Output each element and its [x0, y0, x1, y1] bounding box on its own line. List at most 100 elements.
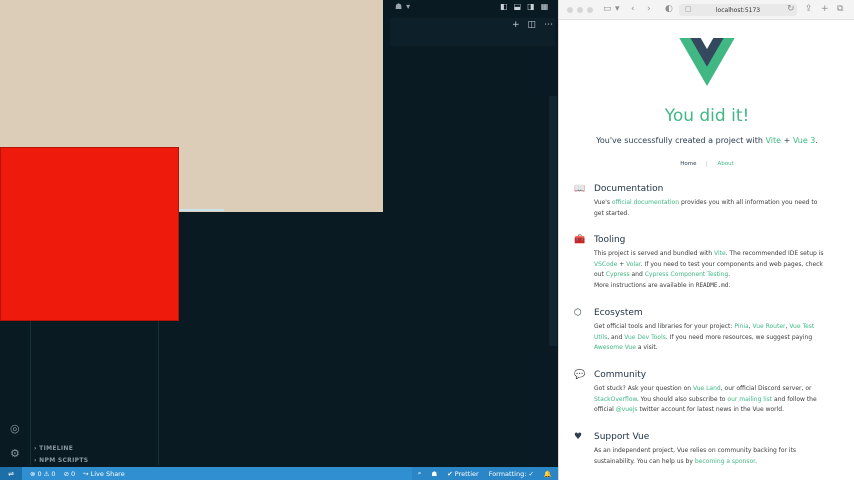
- hero-sub-text: You've successfully created a project wi…: [596, 136, 763, 145]
- gear-icon[interactable]: ⚙: [10, 447, 20, 460]
- sidebar-divider: [30, 320, 31, 465]
- sidebar-section-timeline[interactable]: › TIMELINE: [34, 445, 73, 452]
- vue-logo: [679, 38, 735, 86]
- back-icon[interactable]: ‹: [631, 4, 635, 14]
- npm-scripts-label: NPM SCRIPTS: [39, 457, 89, 464]
- mailing-list-link[interactable]: our mailing list: [727, 396, 772, 403]
- account-icon[interactable]: ◎: [10, 422, 20, 435]
- pinia-link[interactable]: Pinia: [734, 323, 748, 330]
- vue-land-link[interactable]: Vue Land: [693, 385, 721, 392]
- live-share-button[interactable]: ↪ Live Share: [83, 470, 125, 478]
- tooling-text-2: . The recommended IDE setup is: [725, 250, 824, 257]
- tooling-dot: .: [728, 271, 731, 278]
- toggle-panel-icon[interactable]: ⬓: [514, 2, 522, 11]
- nav-about-link[interactable]: About: [706, 161, 743, 167]
- url-text: localhost:5173: [715, 6, 761, 14]
- eco-text-3: a visit.: [637, 344, 658, 351]
- become-sponsor-link[interactable]: becoming a sponsor: [695, 458, 755, 465]
- sidebar-section-npm-scripts[interactable]: › NPM SCRIPTS: [34, 457, 88, 464]
- vite-docs-link[interactable]: Vite: [714, 250, 726, 257]
- new-icon[interactable]: +: [512, 20, 520, 30]
- toggle-secondary-sidebar-icon[interactable]: ◨: [527, 2, 535, 11]
- chat-bubbles-icon: 💬: [574, 370, 586, 380]
- twitter-link[interactable]: @vuejs: [616, 406, 638, 413]
- timeline-label: TIMELINE: [39, 445, 74, 452]
- official-docs-link[interactable]: official documentation: [612, 199, 679, 206]
- support-body: As an independent project, Vue relies on…: [594, 446, 826, 467]
- vue3-link[interactable]: Vue 3: [793, 136, 816, 145]
- new-tab-icon[interactable]: +: [821, 4, 829, 14]
- hero-plus: +: [783, 136, 791, 145]
- customize-layout-icon[interactable]: ▦: [541, 2, 549, 11]
- section-ecosystem: ⬡ Ecosystem Get official tools and libra…: [574, 308, 844, 360]
- split-editor-icon[interactable]: ◫: [528, 20, 537, 30]
- vscode-title-icons: ☗ ▾: [395, 2, 410, 11]
- vscode-link[interactable]: VSCode: [594, 261, 617, 268]
- section-support: ♥ Support Vue As an independent project,…: [574, 432, 844, 472]
- address-bar[interactable]: localhost:5173: [679, 4, 797, 16]
- vue-router-link[interactable]: Vue Router: [753, 323, 786, 330]
- volar-link[interactable]: Volar: [626, 261, 641, 268]
- vite-link[interactable]: Vite: [765, 136, 781, 145]
- community-text-1: Got stuck? Ask your question on: [594, 385, 692, 392]
- toggle-primary-sidebar-icon[interactable]: ◧: [500, 2, 508, 11]
- tooling-title: Tooling: [594, 235, 626, 245]
- community-text-5: twitter account for latest news in the V…: [639, 406, 784, 413]
- tooling-body: This project is served and bundled with …: [594, 249, 826, 291]
- live-share-label: Live Share: [90, 469, 125, 478]
- nav-home-link[interactable]: Home: [670, 161, 706, 167]
- reload-icon[interactable]: ↻: [787, 4, 795, 14]
- eco-text-2: . If you need more resources, we suggest…: [665, 333, 813, 341]
- zoom-icon[interactable]: ⌕: [418, 469, 422, 478]
- section-tooling: 🧰 Tooling This project is served and bun…: [574, 235, 844, 297]
- eco-comma-1: ,: [748, 323, 751, 330]
- support-title: Support Vue: [594, 432, 650, 442]
- ecosystem-title: Ecosystem: [594, 308, 643, 318]
- hero-title: You did it!: [664, 106, 750, 126]
- cypress-component-testing-link[interactable]: Cypress Component Testing: [645, 271, 729, 278]
- browser-toolbar: ▭ ▾ ‹ › ◐ localhost:5173 ▢ ↻ ⇪ + ⧉: [559, 0, 854, 20]
- main-nav: Home About: [559, 161, 854, 167]
- community-body: Got stuck? Ask your question on Vue Land…: [594, 384, 826, 416]
- documentation-body: Vue's official documentation provides yo…: [594, 198, 826, 219]
- chevron-down-icon[interactable]: ▾: [615, 4, 620, 14]
- vue-dev-tools-link[interactable]: Vue Dev Tools: [624, 334, 666, 341]
- check-double-icon: ✔: [447, 469, 453, 478]
- more-actions-icon[interactable]: ⋯: [544, 20, 553, 30]
- ports-indicator[interactable]: ⊘ 0: [64, 470, 76, 478]
- page-icon: ▢: [685, 5, 692, 13]
- heart-icon: ♥: [574, 432, 583, 442]
- copilot-status-icon[interactable]: ☗: [431, 470, 437, 478]
- ecosystem-icon: ⬡: [574, 308, 582, 318]
- documentation-title: Documentation: [594, 184, 664, 194]
- cypress-link[interactable]: Cypress: [606, 271, 630, 278]
- bell-icon[interactable]: 🔔: [544, 470, 552, 478]
- remote-indicator[interactable]: ⇌: [0, 467, 22, 480]
- prettier-button[interactable]: ✔ Prettier: [447, 470, 478, 478]
- formatting-status[interactable]: Formatting: ✓: [489, 470, 534, 478]
- community-text-2: , our official Discord server, or: [720, 385, 812, 392]
- remote-icon: ⇌: [8, 469, 14, 478]
- share-icon[interactable]: ⇪: [805, 4, 813, 14]
- tooling-plus: +: [619, 260, 625, 268]
- sidebar-toggle-icon[interactable]: ▭: [603, 4, 612, 14]
- editor-toolbar: + ◫ ⋯: [512, 20, 553, 30]
- tab-overview-icon[interactable]: ⧉: [837, 4, 843, 14]
- problems-indicator[interactable]: ⊗ 0 ⚠ 0: [30, 470, 56, 478]
- stackoverflow-link[interactable]: StackOverflow: [594, 396, 637, 403]
- sidebar-divider-right: [158, 320, 159, 465]
- editor-scrollbar[interactable]: [549, 96, 557, 346]
- warning-count: 0: [51, 469, 56, 478]
- close-window-button[interactable]: [567, 7, 573, 13]
- minimize-window-button[interactable]: [577, 7, 583, 13]
- vscode-window: ☗ ▾ ◧ ⬓ ◨ ▦ + ◫ ⋯ ◎ ⚙ › TIMELINE › NPM S…: [0, 0, 558, 480]
- awesome-vue-link[interactable]: Awesome Vue: [594, 344, 636, 351]
- forward-icon[interactable]: ›: [647, 4, 651, 14]
- copilot-icon[interactable]: ☗: [395, 2, 402, 11]
- privacy-shield-icon[interactable]: ◐: [665, 4, 673, 14]
- hero-period: .: [815, 136, 818, 145]
- tooling-and: and: [631, 271, 643, 278]
- zoom-window-button[interactable]: [587, 7, 593, 13]
- chevron-down-icon[interactable]: ▾: [406, 2, 410, 11]
- readme-code: README.md: [695, 281, 729, 289]
